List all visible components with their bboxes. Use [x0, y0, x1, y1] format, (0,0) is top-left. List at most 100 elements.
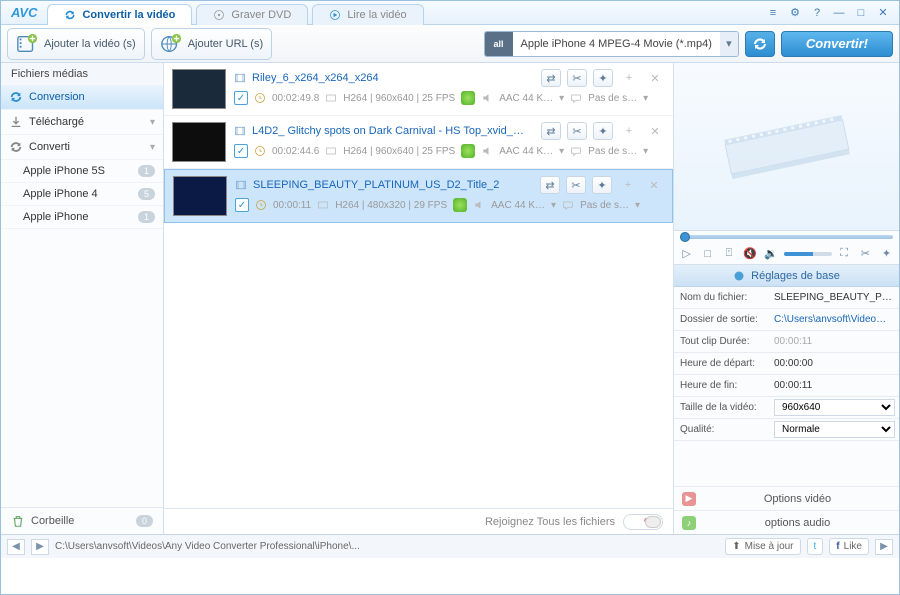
chevron-down-icon[interactable]: ▾ [720, 31, 738, 57]
remove-icon[interactable]: ✕ [644, 176, 664, 194]
maximize-button[interactable]: □ [853, 5, 869, 21]
snapshot-button[interactable]: ⍞ [720, 245, 737, 263]
file-name[interactable]: Riley_6_x264_x264_x264 [252, 72, 535, 84]
add-icon[interactable]: + [619, 69, 639, 87]
sidebar-item-converted[interactable]: Converti ▾ [1, 135, 163, 160]
sidebar-trash[interactable]: Corbeille 0 [1, 507, 163, 534]
chevron-down-icon[interactable]: ▾ [559, 146, 564, 157]
phone-icon[interactable] [461, 91, 475, 105]
video-options-row[interactable]: ▶ Options vidéo [674, 486, 899, 510]
sidebar-item-conversion[interactable]: Conversion [1, 85, 163, 110]
swap-icon[interactable]: ⇄ [540, 176, 560, 194]
seek-handle[interactable] [680, 232, 690, 242]
file-codec: H264 | 960x640 | 25 FPS [343, 93, 455, 104]
twitter-button[interactable]: t [807, 538, 824, 555]
file-checkbox[interactable]: ✓ [235, 198, 249, 212]
sidebar-item-label: Converti [29, 141, 70, 153]
refresh-icon [9, 90, 23, 104]
player-controls: ▷ □ ⍞ 🔇 🔉 ⛶ ✂ ✦ [674, 243, 899, 265]
cut-button[interactable]: ✂ [857, 245, 874, 263]
remove-icon[interactable]: ✕ [645, 69, 665, 87]
menu-icon[interactable]: ≡ [765, 5, 781, 21]
app-logo: AVC [1, 5, 47, 20]
tab-play[interactable]: Lire la vidéo [312, 4, 423, 25]
sidebar-item-downloaded[interactable]: Téléchargé ▾ [1, 110, 163, 135]
effects-icon[interactable]: ✦ [592, 176, 612, 194]
mute-button[interactable]: 🔇 [742, 245, 759, 263]
settings-value[interactable]: 00:00:11 [770, 380, 899, 391]
effects-icon[interactable]: ✦ [593, 69, 613, 87]
nav-right-button[interactable]: ▶ [875, 539, 893, 555]
settings-link[interactable]: C:\Users\anvsoft\Video… [770, 314, 899, 325]
add-video-button[interactable]: Ajouter la vidéo (s) [7, 28, 145, 60]
cut-icon[interactable]: ✂ [566, 176, 586, 194]
settings-icon[interactable]: ⚙ [787, 5, 803, 21]
tab-dvd[interactable]: Graver DVD [196, 4, 308, 25]
swap-icon[interactable]: ⇄ [541, 69, 561, 87]
add-icon[interactable]: + [619, 122, 639, 140]
sidebar-subitem[interactable]: Apple iPhone 5S 1 [1, 160, 163, 183]
settings-value: 00:00:11 [770, 336, 899, 347]
chevron-down-icon[interactable]: ▾ [559, 93, 564, 104]
settings-value[interactable]: SLEEPING_BEAUTY_PLATIN… [770, 292, 899, 303]
file-duration: 00:02:49.8 [272, 93, 319, 104]
play-button[interactable]: ▷ [678, 245, 695, 263]
sidebar-item-label: Apple iPhone 5S [23, 165, 105, 177]
chevron-down-icon[interactable]: ▾ [635, 200, 640, 211]
file-row[interactable]: Riley_6_x264_x264_x264 ⇄ ✂ ✦ + ✕ ✓ 00:02… [164, 63, 673, 116]
remove-icon[interactable]: ✕ [645, 122, 665, 140]
help-icon[interactable]: ? [809, 5, 825, 21]
phone-icon[interactable] [461, 144, 475, 158]
count-badge: 5 [138, 188, 155, 200]
facebook-like-button[interactable]: fLike [829, 538, 869, 555]
seek-bar[interactable] [674, 231, 899, 243]
update-button[interactable]: ⬆Mise à jour [725, 538, 800, 555]
crop-button[interactable]: ⛶ [836, 245, 853, 263]
chevron-down-icon[interactable]: ▾ [643, 93, 648, 104]
dvd-icon [213, 9, 225, 21]
file-subtitle: Pas de s… [580, 200, 629, 211]
add-icon[interactable]: + [618, 176, 638, 194]
phone-icon[interactable] [453, 198, 467, 212]
chevron-down-icon[interactable]: ▾ [551, 200, 556, 211]
refresh-button[interactable] [745, 31, 775, 57]
file-row[interactable]: SLEEPING_BEAUTY_PLATINUM_US_D2_Title_2 ⇄… [164, 169, 673, 223]
settings-select[interactable]: 960x640 [774, 399, 895, 416]
add-url-button[interactable]: Ajouter URL (s) [151, 28, 272, 60]
settings-select[interactable]: Normale [774, 421, 895, 438]
sidebar-subitem[interactable]: Apple iPhone 4 5 [1, 183, 163, 206]
convert-button[interactable]: Convertir! [781, 31, 893, 57]
tab-convert[interactable]: Convertir la vidéo [47, 4, 192, 25]
file-thumbnail [172, 69, 226, 109]
clock-icon [254, 145, 266, 157]
convert-icon [64, 9, 76, 21]
effects-icon[interactable]: ✦ [593, 122, 613, 140]
output-path[interactable]: C:\Users\anvsoft\Videos\Any Video Conver… [55, 541, 719, 552]
file-row[interactable]: L4D2_ Glitchy spots on Dark Carnival - H… [164, 116, 673, 169]
file-name[interactable]: L4D2_ Glitchy spots on Dark Carnival - H… [252, 125, 535, 137]
volume-slider[interactable] [784, 252, 832, 256]
file-checkbox[interactable]: ✓ [234, 144, 248, 158]
settings-value[interactable]: 00:00:00 [770, 358, 899, 369]
film-icon [234, 72, 246, 84]
chevron-down-icon[interactable]: ▾ [643, 146, 648, 157]
volume-button[interactable]: 🔉 [763, 245, 780, 263]
stop-button[interactable]: □ [699, 245, 716, 263]
minimize-button[interactable]: — [831, 5, 847, 21]
close-button[interactable]: ✕ [875, 5, 891, 21]
merge-toggle[interactable]: OFF [623, 514, 663, 530]
cut-icon[interactable]: ✂ [567, 122, 587, 140]
globe-plus-icon [160, 33, 182, 55]
subtitle-icon [562, 199, 574, 211]
cut-icon[interactable]: ✂ [567, 69, 587, 87]
swap-icon[interactable]: ⇄ [541, 122, 561, 140]
audio-options-row[interactable]: ♪ options audio [674, 510, 899, 534]
file-subtitle: Pas de s… [588, 146, 637, 157]
file-name[interactable]: SLEEPING_BEAUTY_PLATINUM_US_D2_Title_2 [253, 179, 534, 191]
sidebar-subitem[interactable]: Apple iPhone 1 [1, 206, 163, 229]
file-checkbox[interactable]: ✓ [234, 91, 248, 105]
output-profile-selector[interactable]: all Apple iPhone 4 MPEG-4 Movie (*.mp4) … [484, 31, 739, 57]
nav-fwd-button[interactable]: ▶ [31, 539, 49, 555]
effects-button[interactable]: ✦ [878, 245, 895, 263]
nav-back-button[interactable]: ◀ [7, 539, 25, 555]
